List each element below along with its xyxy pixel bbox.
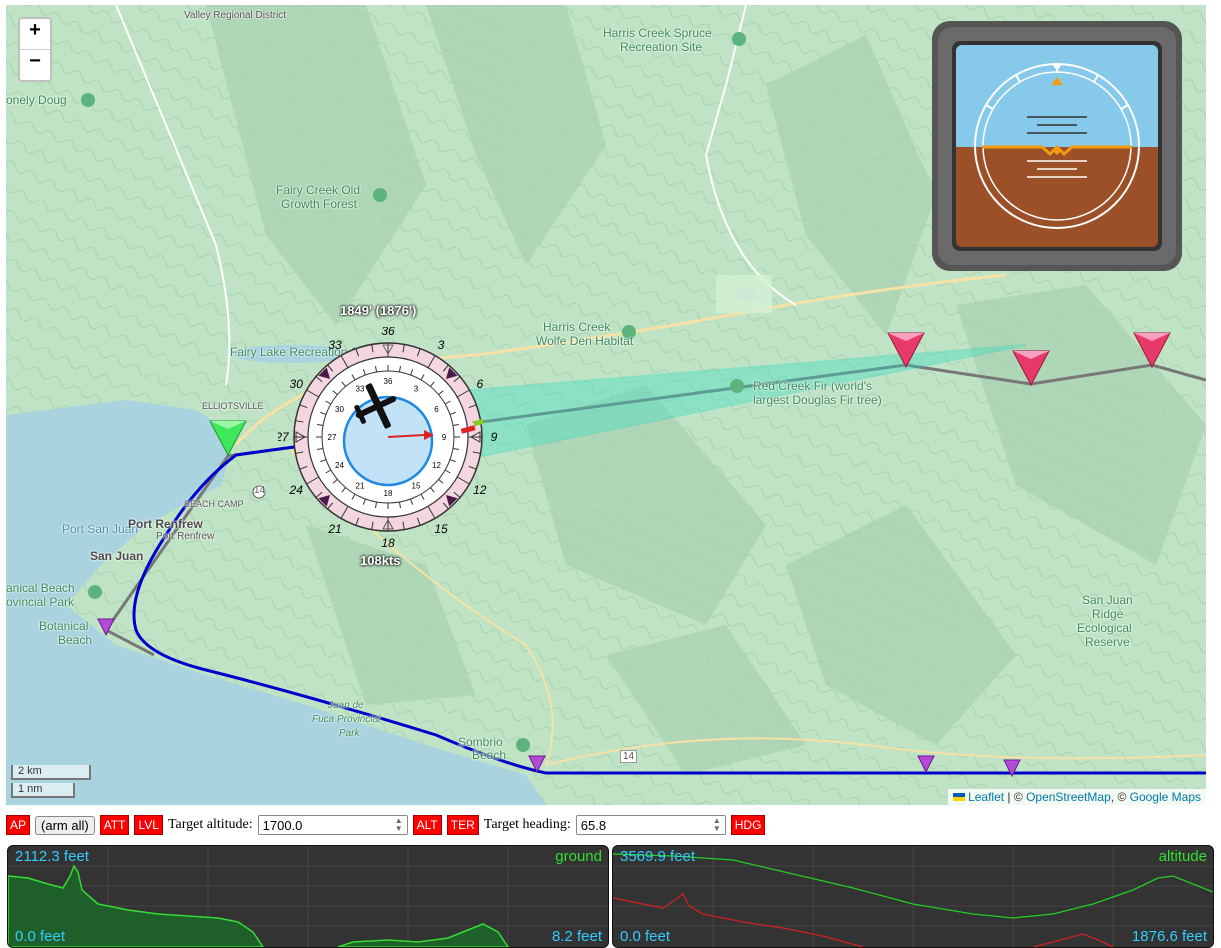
arm-all-button[interactable]: (arm all) [35,815,95,835]
ap-button[interactable]: AP [6,815,31,835]
place-label: ELLIOTSVILLE [202,401,264,411]
flag-icon [952,793,965,801]
lvl-button[interactable]: LVL [134,815,163,835]
ground-max: 2112.3 feet [15,848,89,865]
place-label: Reserve [1085,635,1130,649]
spinner-icon[interactable]: ▲ ▼ [395,817,403,833]
place-label: anical Beach [6,581,75,595]
place-label: Juan de [328,700,364,711]
target-altitude-label: Target altitude: [167,817,253,832]
plane-altitude-label: 1849' (1876') [340,303,417,318]
compass-inner-label: 6 [434,405,439,414]
compass-inner-label: 24 [335,461,344,470]
ground-current: 8.2 feet [551,928,602,945]
plane-speed-label: 108kts [360,553,401,568]
altitude-graph-plot [613,846,1213,947]
compass-inner-label: 27 [328,433,337,442]
compass-inner-label: 12 [432,461,441,470]
ground-series-label: ground [555,848,602,865]
scale-km: 2 km [11,765,91,780]
map-attribution: Leaflet | © OpenStreetMap, © Google Maps [947,789,1206,805]
place-label: Port Renfrew [128,517,203,531]
place-label: Port San Juan [62,522,139,536]
compass-heading-label: 6 [476,377,483,391]
ground-graph: 2112.3 feet ground 0.0 feet 8.2 feet [7,845,609,948]
place-label: Fuca Provincial [312,714,381,725]
place-label: BEACH CAMP [184,499,244,509]
osm-link[interactable]: OpenStreetMap [1026,790,1111,804]
compass-inner-label: 30 [335,405,344,414]
target-heading-label: Target heading: [483,817,571,832]
place-label: onely Doug [6,93,67,107]
altitude-max: 3569.9 feet [620,848,696,865]
place-label: Beach [58,633,93,647]
ground-graph-plot [8,846,608,947]
ground-min: 0.0 feet [15,928,66,945]
compass-heading-label: 36 [381,327,395,338]
compass-heading-label: 12 [473,483,487,497]
ground [956,147,1158,247]
alt-button[interactable]: ALT [412,815,442,835]
zoom-control: + − [18,17,52,82]
compass-heading-label: 30 [290,377,304,391]
place-label: Beach [472,748,507,762]
road-shield: 14 [620,750,638,763]
place-label: San Juan [90,549,144,563]
place-label: San Juan [1082,593,1133,607]
leaflet-link[interactable]: Leaflet [968,790,1004,804]
zoom-in-button[interactable]: + [20,19,50,49]
place-label: Harris Creek Spruce [603,26,712,40]
scale-nm: 1 nm [11,783,75,798]
compass-inner-label: 15 [412,481,421,490]
place-label: Port Renfrew [156,531,215,542]
place-label: largest Douglas Fir tree) [753,393,882,407]
compass-heading-label: 21 [327,522,341,536]
compass-heading-label: 27 [278,430,290,444]
place-label: Ecological [1077,621,1132,635]
compass-inner-label: 33 [356,385,365,394]
compass-inner-label: 21 [356,481,365,490]
compass-inner-label: 3 [414,385,419,394]
place-label: Wolfe Den Habitat [536,334,634,348]
google-maps-link[interactable]: Google Maps [1130,790,1201,804]
zoom-out-button[interactable]: − [20,49,50,80]
compass-inner-label: 18 [384,489,393,498]
plane-compass[interactable]: 3636912151821242730333636912151821242730… [278,327,498,547]
attitude-indicator [932,21,1182,271]
compass-inner-label: 9 [442,433,447,442]
compass-heading-label: 33 [328,338,342,352]
place-label: Growth Forest [281,197,358,211]
place-label: Sombrio [458,735,503,749]
compass-inner-label: 36 [384,377,393,386]
place-label: Botanical [39,619,89,633]
map-view[interactable]: Harris Creek Spruce Recreation Site Vall… [6,5,1206,805]
autopilot-controls: AP (arm all) ATT LVL Target altitude: 17… [6,812,766,838]
altitude-min: 0.0 feet [620,928,671,945]
road-shield: 14 [254,485,266,496]
sky [956,45,1158,147]
target-heading-input[interactable]: 65.8 ▲ ▼ [575,815,726,835]
place-label: Harris Creek [543,320,611,334]
place-label: Recreation Site [620,40,703,54]
att-button[interactable]: ATT [99,815,130,835]
place-label: Red Creek Fir (world's [753,379,872,393]
compass-heading-label: 9 [491,430,498,444]
place-label: Fairy Creek Old [276,183,361,197]
place-label: Ridge [1092,607,1124,621]
spinner-icon[interactable]: ▲ ▼ [713,817,721,833]
altitude-series-label: altitude [1158,848,1207,865]
place-label: Valley Regional District [184,10,287,21]
place-label: ovincial Park [6,595,75,609]
place-label: Park [339,728,360,739]
compass-heading-label: 3 [438,338,445,352]
ter-button[interactable]: TER [446,815,479,835]
altitude-current: 1876.6 feet [1131,928,1207,945]
compass-heading-label: 15 [434,522,448,536]
altitude-graph: 3569.9 feet altitude 0.0 feet 1876.6 fee… [612,845,1214,948]
hdg-button[interactable]: HDG [730,815,766,835]
target-altitude-input[interactable]: 1700.0 ▲ ▼ [257,815,408,835]
compass-heading-label: 18 [381,536,395,547]
compass-heading-label: 24 [289,483,304,497]
